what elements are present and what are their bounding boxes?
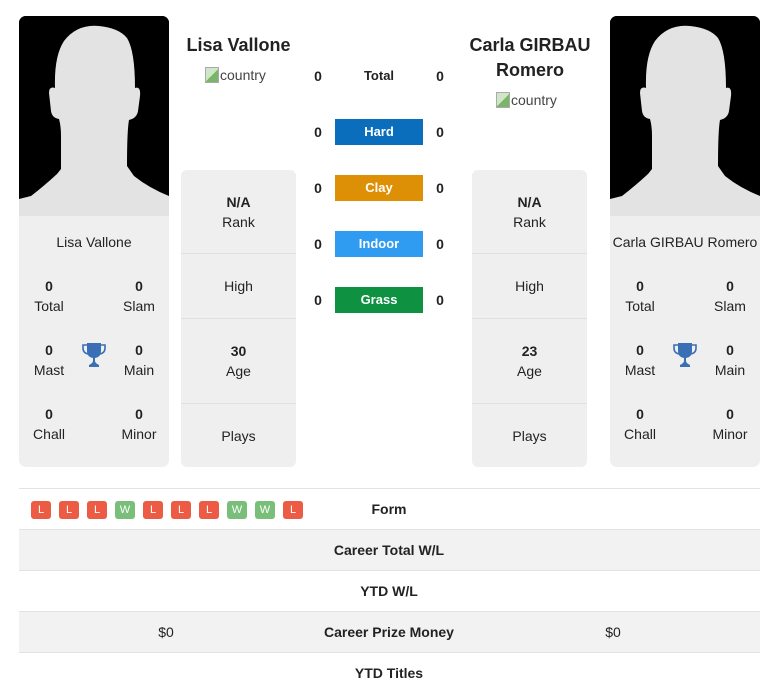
player1-card-name: Lisa Vallone (56, 234, 132, 250)
player2-photo (610, 16, 760, 216)
player2-name-link[interactable]: Carla GIRBAU Romero (465, 33, 595, 83)
ytd-wl-row: YTD W/L (19, 571, 760, 612)
player1-card: Lisa Vallone 0 Total 0 Slam 0 Mast 0 Mai… (19, 16, 169, 467)
h2h-grass-row: 0 Grass 0 (300, 286, 460, 314)
player1-name-link[interactable]: Lisa Vallone (181, 33, 296, 58)
divider (181, 253, 296, 254)
player2-titles-chall: 0 Chall (624, 406, 656, 442)
divider (472, 253, 587, 254)
h2h-clay-row: 0 Clay 0 (300, 174, 460, 202)
ytd-titles-row: YTD Titles (354, 665, 424, 681)
player2-prize-money: $0 (605, 624, 621, 640)
broken-image-icon (496, 92, 510, 108)
player2-high: High (515, 278, 544, 294)
player1-titles-slam: 0 Slam (123, 278, 155, 314)
avatar-silhouette-icon (610, 16, 760, 216)
surface-clay-button[interactable]: Clay (335, 175, 423, 201)
h2h-hard-row: 0 Hard 0 (300, 118, 460, 146)
player1-plays: Plays (221, 428, 256, 444)
player1-high: High (224, 278, 253, 294)
broken-image-icon (205, 67, 219, 83)
divider (181, 403, 296, 404)
player2-titles-main: 0 Main (714, 342, 746, 378)
trophy-icon (673, 343, 697, 367)
player1-photo (19, 16, 169, 216)
player1-prize-money: $0 (158, 624, 174, 640)
player1-titles-mast: 0 Mast (33, 342, 65, 378)
player1-age: 30 Age (226, 343, 251, 379)
divider (472, 318, 587, 319)
surface-indoor-button[interactable]: Indoor (335, 231, 423, 257)
player2-card: Carla GIRBAU Romero 0 Total 0 Slam 0 Mas… (610, 16, 760, 467)
h2h-total-row: 0 Total 0 (314, 68, 444, 84)
divider (181, 318, 296, 319)
form-badge-win[interactable]: W (115, 501, 135, 519)
surface-grass-button[interactable]: Grass (335, 287, 423, 313)
player1-titles-minor: 0 Minor (121, 406, 157, 442)
form-badge-loss[interactable]: L (171, 501, 191, 519)
player1-titles-total: 0 Total (34, 278, 64, 314)
form-badge-win[interactable]: W (255, 501, 275, 519)
player2-titles-minor: 0 Minor (712, 406, 748, 442)
player2-age: 23 Age (517, 343, 542, 379)
player2-titles-slam: 0 Slam (714, 278, 746, 314)
player1-titles-chall: 0 Chall (33, 406, 65, 442)
form-badge-loss[interactable]: L (199, 501, 219, 519)
trophy-icon (82, 343, 106, 367)
form-badge-loss[interactable]: L (31, 501, 51, 519)
player2-titles-total: 0 Total (625, 278, 655, 314)
prize-money-row: $0 Career Prize Money $0 (19, 612, 760, 653)
form-badge-win[interactable]: W (227, 501, 247, 519)
divider (472, 403, 587, 404)
form-row: LLLWLLLWWL Form (19, 489, 760, 530)
player2-card-name: Carla GIRBAU Romero (612, 234, 758, 250)
form-badge-loss[interactable]: L (143, 501, 163, 519)
player2-titles-mast: 0 Mast (624, 342, 656, 378)
player1-rank: N/A Rank (222, 194, 255, 230)
player2-country-flag: country (496, 92, 557, 108)
player1-titles-main: 0 Main (123, 342, 155, 378)
form-badge-loss[interactable]: L (59, 501, 79, 519)
form-badge-loss[interactable]: L (87, 501, 107, 519)
h2h-indoor-row: 0 Indoor 0 (300, 230, 460, 258)
surface-hard-button[interactable]: Hard (335, 119, 423, 145)
stats-table: LLLWLLLWWL Form Career Total W/L YTD W/L… (19, 488, 760, 694)
player2-plays: Plays (512, 428, 547, 444)
player1-form: LLLWLLLWWL (31, 501, 303, 519)
career-wl-row: Career Total W/L (19, 530, 760, 571)
player2-rank: N/A Rank (513, 194, 546, 230)
avatar-silhouette-icon (19, 16, 169, 216)
player1-info: N/A Rank High 30 Age Plays (181, 170, 296, 467)
player2-info: N/A Rank High 23 Age Plays (472, 170, 587, 467)
player1-country-flag: country (205, 67, 266, 83)
